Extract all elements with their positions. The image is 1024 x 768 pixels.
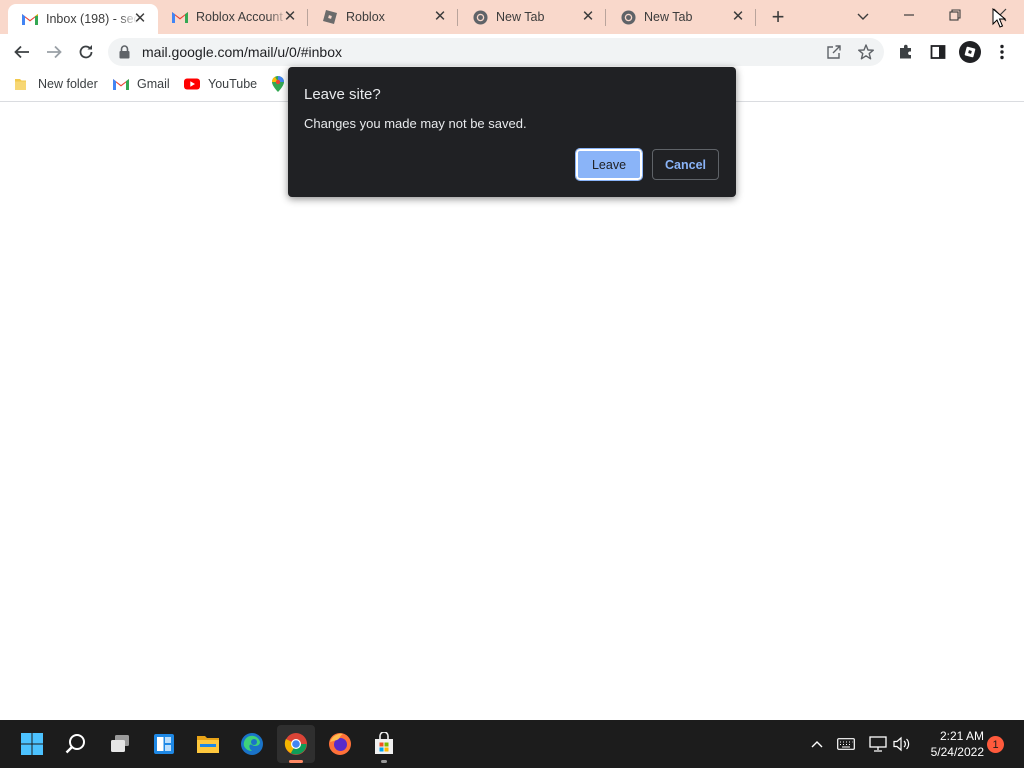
file-explorer-icon[interactable] <box>189 725 227 763</box>
tab-title: Roblox Account <box>196 10 283 24</box>
tab-title: New Tab <box>644 10 693 24</box>
volume-icon[interactable] <box>892 735 912 753</box>
gmail-icon <box>22 11 38 27</box>
chrome-taskbar-icon[interactable] <box>277 725 315 763</box>
folder-icon <box>14 76 30 92</box>
dialog-message: Changes you made may not be saved. <box>304 116 527 131</box>
start-icon[interactable] <box>13 725 51 763</box>
tab-title: Roblox <box>346 10 385 24</box>
clock-date[interactable]: 5/24/2022 <box>920 745 984 759</box>
task-view-icon[interactable] <box>101 725 139 763</box>
tab-inbox[interactable]: Inbox (198) - sec ✕ <box>8 4 158 34</box>
roblox-icon <box>322 9 338 25</box>
side-panel-icon[interactable] <box>928 42 948 62</box>
gmail-icon <box>172 9 188 25</box>
store-running-indicator <box>381 760 387 763</box>
tab-separator <box>755 9 756 26</box>
bookmark-youtube[interactable]: YouTube <box>184 74 257 94</box>
dialog-title: Leave site? <box>304 86 381 103</box>
minimize-icon[interactable] <box>900 6 918 24</box>
bookmark-label: YouTube <box>208 77 258 91</box>
reload-icon <box>79 45 93 59</box>
tab-close-icon[interactable]: ✕ <box>730 9 746 25</box>
tab-roblox[interactable]: Roblox ✕ <box>308 0 458 34</box>
firefox-icon[interactable] <box>321 725 359 763</box>
maps-pin-icon <box>270 76 286 92</box>
tab-close-icon[interactable]: ✕ <box>432 9 448 25</box>
bookmark-new-folder[interactable]: New folder <box>14 74 98 94</box>
store-icon[interactable] <box>365 725 403 763</box>
widgets-icon[interactable] <box>145 725 183 763</box>
clock-time[interactable]: 2:21 AM <box>920 729 984 743</box>
tab-new-tab-2[interactable]: New Tab ✕ <box>606 0 756 34</box>
bookmark-star-icon[interactable] <box>857 43 875 61</box>
chrome-icon <box>472 9 488 25</box>
bookmark-gmail[interactable]: Gmail <box>113 74 170 94</box>
tab-new-tab-1[interactable]: New Tab ✕ <box>458 0 606 34</box>
forward-arrow-icon <box>47 45 62 59</box>
cancel-button[interactable]: Cancel <box>652 149 719 180</box>
youtube-icon <box>184 76 200 92</box>
forward-button[interactable] <box>44 42 64 62</box>
show-hidden-icons-chevron-icon[interactable] <box>809 735 825 753</box>
tab-close-icon[interactable]: ✕ <box>282 9 298 25</box>
url-text[interactable]: mail.google.com/mail/u/0/#inbox <box>142 44 342 60</box>
tab-title: New Tab <box>496 10 545 24</box>
bookmark-label: Gmail <box>137 77 170 91</box>
tab-title: Inbox (198) - sec <box>46 12 138 26</box>
restore-icon[interactable] <box>946 6 964 24</box>
tab-close-icon[interactable]: ✕ <box>132 11 148 27</box>
notification-badge[interactable]: 1 <box>987 736 1004 753</box>
menu-kebab-icon[interactable] <box>992 42 1012 62</box>
tab-close-icon[interactable]: ✕ <box>580 9 596 25</box>
bookmark-label: New folder <box>38 77 98 91</box>
tab-search-chevron-icon[interactable] <box>854 7 872 25</box>
chrome-icon <box>620 9 636 25</box>
new-tab-button[interactable]: + <box>767 6 789 28</box>
leave-button[interactable]: Leave <box>575 148 643 181</box>
profile-avatar[interactable] <box>959 41 981 63</box>
edge-icon[interactable] <box>233 725 271 763</box>
share-icon[interactable] <box>825 43 843 61</box>
leave-site-dialog: Leave site? Changes you made may not be … <box>288 67 736 197</box>
back-button[interactable] <box>12 42 32 62</box>
keyboard-icon[interactable] <box>836 735 856 753</box>
mouse-cursor-icon <box>992 7 1007 28</box>
gmail-icon <box>113 76 129 92</box>
extensions-puzzle-icon[interactable] <box>896 42 916 62</box>
lock-icon[interactable] <box>119 45 131 59</box>
chrome-active-indicator <box>289 760 303 763</box>
search-icon[interactable] <box>57 725 95 763</box>
tab-roblox-account[interactable]: Roblox Account ✕ <box>158 0 308 34</box>
reload-button[interactable] <box>76 42 96 62</box>
network-icon[interactable] <box>868 735 888 753</box>
back-arrow-icon <box>14 45 29 59</box>
